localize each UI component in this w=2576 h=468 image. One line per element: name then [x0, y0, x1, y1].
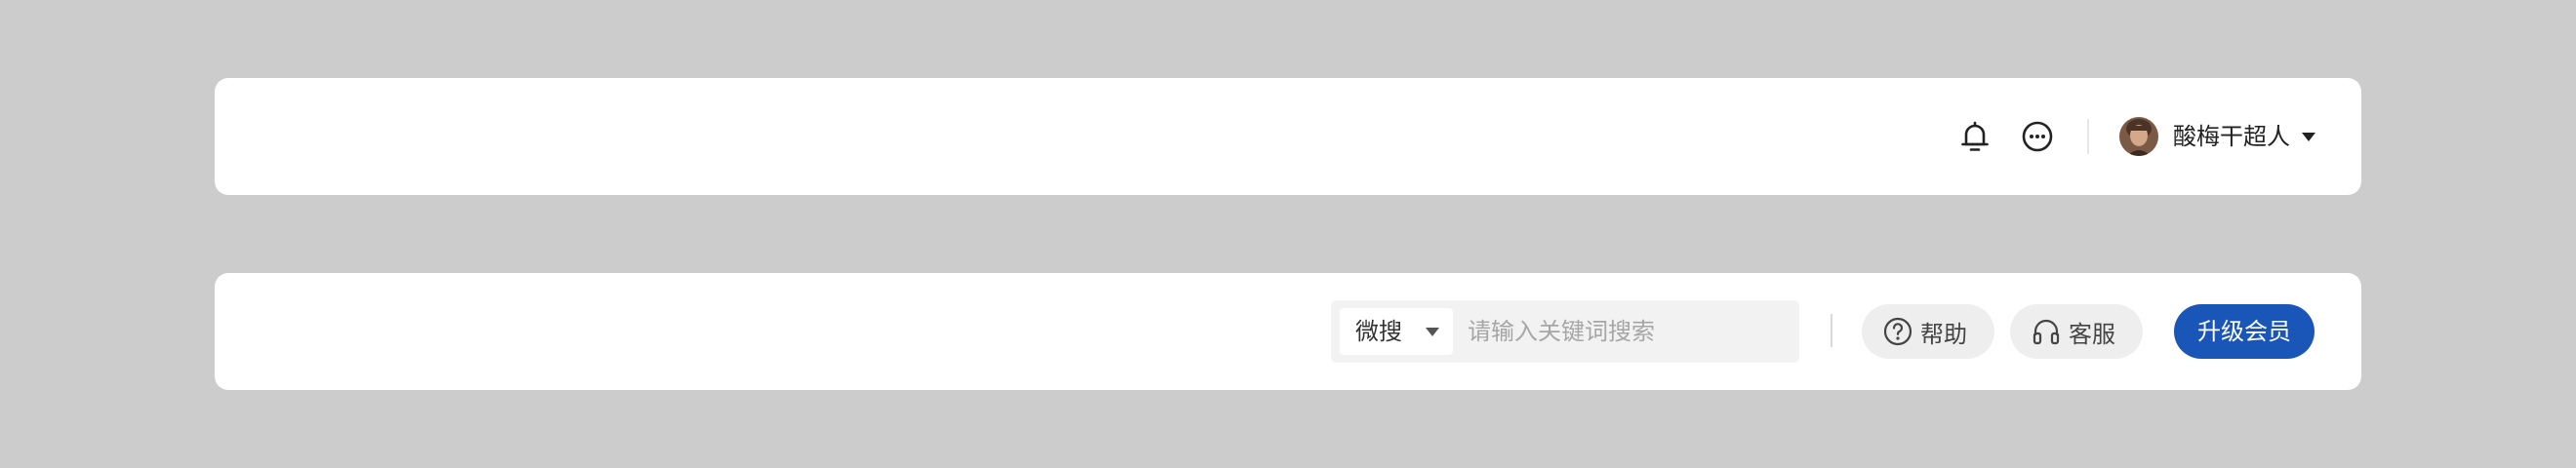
help-circle-icon [1883, 317, 1912, 346]
caret-down-icon [2302, 132, 2315, 141]
header-divider [2087, 119, 2089, 154]
headphones-icon [2033, 319, 2060, 345]
upgrade-membership-button[interactable]: 升级会员 [2174, 304, 2314, 359]
notifications-button[interactable] [1953, 115, 1996, 158]
search-toolbar-bar: 微搜 帮助 客服 升级会员 [215, 273, 2361, 390]
user-menu[interactable]: 酸梅干超人 [2119, 115, 2315, 158]
help-button[interactable]: 帮助 [1862, 304, 1994, 359]
bell-icon [1961, 121, 1989, 151]
customer-service-button[interactable]: 客服 [2010, 304, 2143, 359]
search-scope-label: 微搜 [1355, 318, 1402, 345]
user-avatar-image [2119, 117, 2158, 156]
search-scope-select[interactable]: 微搜 [1340, 308, 1453, 355]
service-label: 客服 [2069, 320, 2115, 348]
messages-button[interactable] [2016, 115, 2059, 158]
caret-down-icon [1426, 328, 1439, 336]
search-box: 微搜 [1331, 300, 1799, 363]
avatar[interactable] [2119, 117, 2158, 156]
toolbar-divider [1831, 314, 1832, 347]
chat-more-icon [2022, 121, 2053, 152]
username: 酸梅干超人 [2173, 123, 2290, 150]
help-label: 帮助 [1920, 320, 1967, 348]
top-header-bar: 酸梅干超人 [215, 78, 2361, 195]
search-input[interactable] [1464, 308, 1793, 355]
